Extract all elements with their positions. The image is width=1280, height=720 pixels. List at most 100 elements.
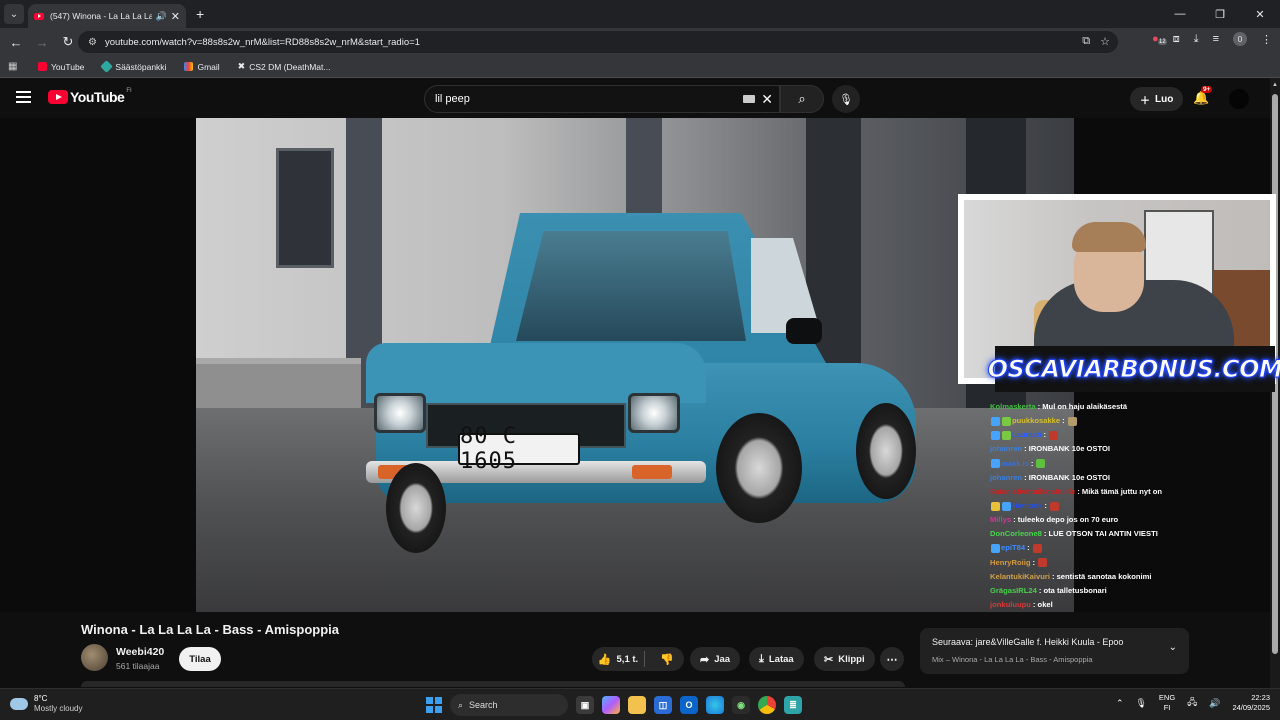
scroll-up-icon[interactable]: ▲ [1272,82,1278,88]
bookmark-saastopankki[interactable]: Säästöpankki [100,60,167,73]
plus-icon: ＋ [1140,95,1150,107]
chevron-down-icon[interactable]: ⌄ [1169,642,1177,653]
youtube-favicon-icon [34,12,44,20]
extensions-puzzle-icon[interactable]: ⧈ [1173,33,1180,46]
chrome-icon[interactable] [758,696,776,714]
clip-button[interactable]: ✂ Klippi [814,647,875,671]
bookmark-gmail[interactable]: Gmail [184,62,220,72]
language-indicator[interactable]: ENG FI [1159,693,1175,713]
video-title: Winona - La La La La - Bass - Amispoppia [81,622,339,637]
reload-button[interactable]: ↻ [56,34,80,50]
chat-badge-icon [991,416,1000,426]
url-text[interactable]: youtube.com/watch?v=88s8s2w_nrM&list=RD8… [105,37,420,48]
menu-kebab-icon[interactable]: ⋮ [1261,33,1272,46]
tab-youtube[interactable]: (547) Winona - La La La La 🔊 ✕ [28,4,186,28]
download-button[interactable]: ⤓ Lataa [749,647,804,671]
page-scrollbar[interactable]: ▲ [1270,78,1280,720]
bookmark-star-icon[interactable]: ☆ [1100,35,1110,48]
chat-text: : ota talletusbonari [1038,585,1107,595]
bank-icon [100,60,114,73]
extension-icon[interactable]: ● 12 [1152,33,1167,45]
volume-icon[interactable]: 🔊 [1209,698,1220,709]
downloads-icon[interactable]: ⤓ [1194,33,1199,46]
up-next-card[interactable]: Seuraava: jare&VilleGalle f. Heikki Kuul… [920,628,1189,674]
like-count: 5,1 t. [616,653,639,665]
weather-widget[interactable]: 8°C Mostly cloudy [7,694,82,714]
chat-message: johanren: IRONBANK 10e OSTOI [990,471,1270,485]
gmail-icon [184,62,194,71]
windows-start-icon[interactable] [426,697,442,713]
profile-avatar[interactable]: 0 [1233,32,1247,46]
clear-search-icon[interactable]: ✕ [761,91,773,108]
network-icon[interactable]: 🖧 [1187,695,1197,711]
youtube-logo[interactable]: YouTube FI [48,88,132,105]
chat-text: : [1043,430,1047,440]
microphone-icon[interactable]: 🎙 [1135,698,1146,709]
keyboard-icon[interactable] [743,95,755,103]
share-button[interactable]: ➦ Jaa [690,647,741,671]
notifications-bell-icon[interactable]: 🔔 9+ [1193,86,1213,106]
close-window-button[interactable]: ✕ [1240,0,1280,28]
cloud-sun-icon [7,695,28,710]
copilot-icon[interactable] [602,696,620,714]
taskbar-search-label: Search [469,700,498,710]
like-button[interactable]: 👍 5,1 t. [592,651,645,667]
chat-message: GrägasIRL24: ota talletusbonari [990,584,1270,598]
channel-avatar[interactable] [81,644,108,671]
subscribe-button[interactable]: Tilaa [179,647,221,671]
site-info-icon[interactable]: ⚙ [88,37,97,48]
chat-text: : [1062,416,1065,426]
guide-menu-icon[interactable] [16,91,31,106]
address-bar[interactable]: ⚙ youtube.com/watch?v=88s8s2w_nrM&list=R… [78,31,1118,53]
outlook-icon[interactable]: O [680,696,698,714]
dislike-button[interactable]: 👎 [650,653,684,666]
audio-playing-icon[interactable]: 🔊 [156,11,167,22]
taskbar-search[interactable]: ⌕ Search [450,694,568,716]
chat-message: Satanistivittuiliatattuille: Mikä tämä j… [990,485,1270,499]
chat-badge-icon [991,430,1000,440]
car-mirror [786,318,822,344]
file-explorer-icon[interactable] [628,696,646,714]
notepad-icon[interactable]: ≣ [784,696,802,714]
description-box[interactable] [81,681,905,687]
chat-username: Satanistivittuiliatattuille [990,486,1076,496]
bookmark-label: Säästöpankki [115,61,167,72]
create-button[interactable]: ＋ Luo [1130,87,1184,111]
clock[interactable]: 22:23 24/09/2025 [1232,693,1270,713]
xbox-app-icon[interactable]: ◉ [732,696,750,714]
account-avatar[interactable] [1229,89,1249,109]
chat-badge-icon [991,459,1000,469]
store-icon[interactable]: ◫ [654,696,672,714]
bookmark-cs2[interactable]: ✖ CS2 DM (DeathMat... [238,61,331,72]
channel-name[interactable]: Weebi420 [116,646,164,658]
minimize-button[interactable]: — [1160,0,1200,28]
car-wheel-front-left [386,463,446,553]
search-input[interactable]: lil peep ✕ [424,85,780,113]
new-tab-button[interactable]: + [196,6,204,22]
bookmark-youtube[interactable]: YouTube [38,62,84,72]
cast-icon[interactable]: ⧉ [1082,35,1090,48]
chat-emote-icon [1049,430,1059,440]
chat-emote-icon [1049,501,1059,511]
edge-icon[interactable] [706,696,724,714]
task-view-icon[interactable]: ▣ [576,696,594,714]
blue-car: 80 C 1605 [366,213,926,553]
back-button[interactable]: ← [4,35,28,50]
more-actions-button[interactable]: ⋯ [880,647,904,671]
media-controls-icon[interactable]: ≡ [1213,33,1219,45]
restore-button[interactable]: ❐ [1200,0,1240,28]
tab-search-button[interactable]: ⌄ [4,4,24,24]
microphone-icon: 🎙 [839,93,853,106]
lang-top: ENG [1158,693,1176,702]
chat-text: : Mikä tämä juttu nyt on [1077,486,1163,496]
chat-username: Millys [990,515,1012,525]
apps-grid-icon[interactable]: ▦ [8,61,20,72]
chat-emote-icon [1038,558,1048,568]
forward-button[interactable]: → [30,35,54,50]
search-button[interactable]: ⌕ [780,85,824,113]
tab-close-icon[interactable]: ✕ [171,10,180,23]
chevron-up-icon[interactable]: ⌃ [1116,698,1124,709]
voice-search-button[interactable]: 🎙 [832,85,860,113]
up-next-subtitle: Mix – Winona - La La La La - Bass - Amis… [932,655,1093,664]
search-query[interactable]: lil peep [435,93,470,105]
